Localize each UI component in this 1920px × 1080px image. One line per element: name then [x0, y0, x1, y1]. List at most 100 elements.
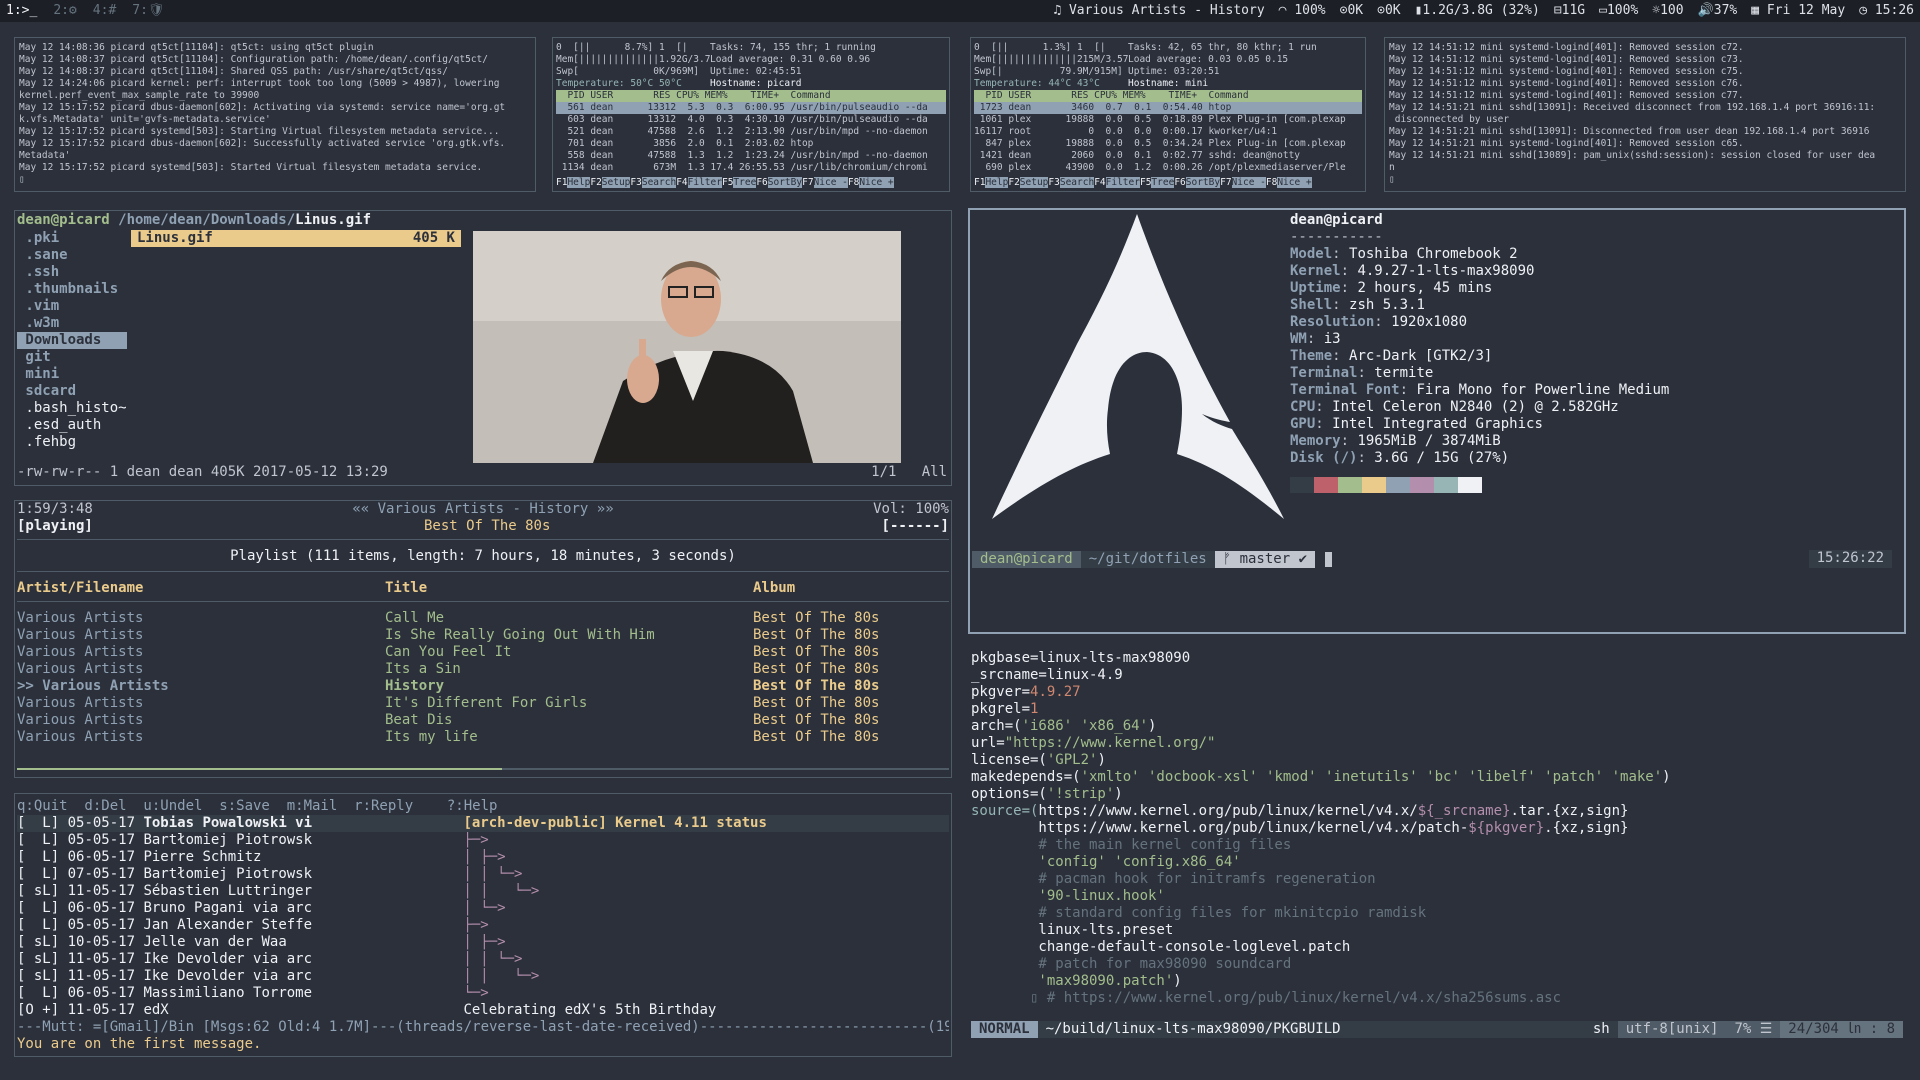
htop-summary: Tasks: 74, 155 thr; 1 running	[710, 42, 876, 53]
ranger-dir-item[interactable]: .sane	[17, 247, 127, 264]
mutt-message-row[interactable]: [ L] 05-05-17 Bartłomiej Piotrowsk ├─>	[17, 832, 949, 849]
mutt-message-row[interactable]: [ L] 07-05-17 Bartłomiej Piotrowsk │ │ └…	[17, 866, 949, 883]
vim-editor[interactable]: pkgbase=linux-lts-max98090 _srcname=linux…	[968, 645, 1906, 1045]
zsh-prompt[interactable]: dean@picard ~/git/dotfiles ᚠ master ✔	[972, 550, 1902, 568]
htop-process-row[interactable]: 1421 dean 2060 0.0 0.1 0:02.77 sshd: dea…	[974, 150, 1362, 162]
ranger-selected-file[interactable]: Linus.gif 405 K	[131, 230, 461, 247]
mutt-message-row[interactable]: [ sL] 11-05-17 Ike Devolder via arc │ │ …	[17, 968, 949, 985]
function-key-label[interactable]: Search	[641, 177, 677, 188]
function-key-label[interactable]: Tree	[733, 177, 757, 188]
function-key-label[interactable]: Help	[567, 177, 591, 188]
ranger-dir-item[interactable]: .bash_histo~	[17, 400, 127, 417]
htop-column-header[interactable]: PID USER RES CPU% MEM% TIME+ Command	[556, 90, 946, 102]
playlist-row[interactable]: Various Artists Its my life Best Of The 80…	[17, 729, 949, 746]
log-line: May 12 14:51:21 mini systemd-logind[401]…	[1389, 138, 1744, 149]
ranger-dir-item[interactable]: Downloads	[17, 332, 127, 349]
ranger-file-manager[interactable]: dean@picard /home/dean/Downloads/Linus.g…	[14, 210, 952, 486]
ranger-dir-item[interactable]: .w3m	[17, 315, 127, 332]
htop-picard[interactable]: 0 [|| 8.7%] 1 [| 8.5%] Tasks: 74, 155 thr…	[552, 37, 950, 192]
ranger-position: 1/1 All	[871, 464, 947, 480]
function-key-label[interactable]: Nice +	[859, 177, 894, 188]
function-key-label[interactable]: SortBy	[767, 177, 803, 188]
workspace-2[interactable]: 2:⚙	[53, 0, 76, 22]
ranger-dir-item[interactable]: .pki	[17, 230, 127, 247]
function-key-label[interactable]: Search	[1059, 177, 1095, 188]
ranger-dir-item[interactable]: .vim	[17, 298, 127, 315]
function-key-label[interactable]: Filter	[1105, 177, 1140, 188]
mutt-message-row[interactable]: [O +] 11-05-17 edX Celebrating edX's 5th…	[17, 1002, 949, 1019]
column-album[interactable]: Album	[753, 580, 943, 597]
function-key-label[interactable]: Setup	[601, 177, 631, 188]
htop-mini[interactable]: 0 [|| 1.3%] 1 [| 1.3%] Tasks: 42, 65 thr,…	[970, 37, 1366, 192]
vim-buffer[interactable]: pkgbase=linux-lts-max98090 _srcname=linux…	[971, 650, 1903, 1007]
workspace-1[interactable]: 1:>_	[6, 0, 37, 22]
playlist-row[interactable]: Various Artists Is She Really Going Out W…	[17, 627, 949, 644]
htop-process-row[interactable]: 690 plex 43900 0.0 1.2 0:00.26 /opt/plex…	[974, 162, 1362, 174]
journal-log-mini[interactable]: May 12 14:51:12 mini systemd-logind[401]…	[1384, 37, 1906, 192]
track-album: Best Of The 80s	[753, 661, 880, 677]
color-palette	[1290, 477, 1890, 493]
playlist-row[interactable]: Various Artists Beat Dis Best Of The 80s	[17, 712, 949, 729]
mutt-mail-client[interactable]: q:Quit d:Del u:Undel s:Save m:Mail r:Rep…	[14, 793, 952, 1057]
workspace-4[interactable]: 4:#	[93, 0, 116, 22]
thread-tree: │ │ └─>	[463, 951, 523, 967]
function-key-label[interactable]: Nice -	[1231, 177, 1266, 188]
workspace-7[interactable]: 7:🛡	[132, 0, 164, 22]
htop-process-row[interactable]: 558 dean 47588 1.3 1.2 1:23.24 /usr/bin/…	[556, 150, 946, 162]
htop-temp-row: Temperature: 44°C 43°C Hostname: mini	[974, 78, 1362, 90]
ranger-dir-item[interactable]: .ssh	[17, 264, 127, 281]
ncmpcpp-player[interactable]: 1:59/3:48 «« Various Artists - History »…	[14, 500, 952, 778]
mutt-message-row[interactable]: [ L] 05-05-17 Tobias Powalowski vi [arch…	[17, 815, 949, 832]
function-key-label[interactable]: Filter	[687, 177, 722, 188]
htop-process-row[interactable]: 701 dean 3856 2.0 0.1 2:03.02 htop	[556, 138, 946, 150]
vim-line: # pacman hook for initramfs regeneration	[971, 871, 1903, 888]
column-artist[interactable]: Artist/Filename	[17, 580, 385, 597]
htop-column-header[interactable]: PID USER RES CPU% MEM% TIME+ Command	[974, 90, 1362, 102]
htop-process-row[interactable]: 603 dean 13312 4.0 0.3 4:30.10 /usr/bin/…	[556, 114, 946, 126]
mutt-message-row[interactable]: [ sL] 11-05-17 Sébastien Luttringer │ │ …	[17, 883, 949, 900]
mutt-message-row[interactable]: [ sL] 11-05-17 Ike Devolder via arc │ │ …	[17, 951, 949, 968]
vim-token: linux-lts.preset	[971, 922, 1174, 938]
playlist-row[interactable]: Various Artists Its a Sin Best Of The 80s	[17, 661, 949, 678]
playlist-row[interactable]: Various Artists Can You Feel It Best Of Th…	[17, 644, 949, 661]
ranger-dir-item[interactable]: .thumbnails	[17, 281, 127, 298]
log-line: May 12 14:51:12 mini systemd-logind[401]…	[1389, 42, 1744, 53]
vim-line: https://www.kernel.org/pub/linux/kernel/…	[971, 820, 1903, 837]
message-date: 10-05-17	[59, 934, 144, 950]
htop-process-row[interactable]: 16117 root 0 0.0 0.0 0:00.17 kworker/u4:…	[974, 126, 1362, 138]
progress-bar[interactable]	[17, 768, 949, 770]
column-title[interactable]: Title	[385, 580, 753, 597]
function-key-label[interactable]: Nice +	[1277, 177, 1312, 188]
playlist-row[interactable]: Various Artists Call Me Best Of The 80s	[17, 610, 949, 627]
htop-process-row[interactable]: 1134 dean 673M 1.3 17.4 26:55.53 /usr/li…	[556, 162, 946, 174]
playlist-row[interactable]: Various Artists It's Different For Girls B…	[17, 695, 949, 712]
neofetch-terminal[interactable]: dean@picard ----------- Model: Toshiba C…	[968, 208, 1906, 634]
mutt-message-row[interactable]: [ L] 05-05-17 Jan Alexander Steffe ├─>	[17, 917, 949, 934]
ranger-dir-item[interactable]: git	[17, 349, 127, 366]
htop-process-row[interactable]: 561 dean 13312 5.3 0.3 6:00.95 /usr/bin/…	[556, 102, 946, 114]
journal-log-picard[interactable]: May 12 14:08:36 picard qt5ct[11104]: qt5…	[14, 37, 536, 192]
function-key-label[interactable]: Tree	[1151, 177, 1175, 188]
ranger-dir-item[interactable]: mini	[17, 366, 127, 383]
function-key-label[interactable]: SortBy	[1185, 177, 1221, 188]
htop-meter: 0 [|| 1.3%] 1 [| 1.3%]	[974, 42, 1106, 53]
htop-process-row[interactable]: 1723 dean 3460 0.7 0.1 0:54.40 htop	[974, 102, 1362, 114]
function-key-label[interactable]: Help	[985, 177, 1009, 188]
function-key-label[interactable]: Setup	[1019, 177, 1049, 188]
mutt-message-row[interactable]: [ L] 06-05-17 Bruno Pagani via arc │ └─>	[17, 900, 949, 917]
track-album: Best Of The 80s	[753, 729, 880, 745]
mutt-message-row[interactable]: [ sL] 10-05-17 Jelle van der Waa │ ├─>	[17, 934, 949, 951]
ranger-dir-item[interactable]: sdcard	[17, 383, 127, 400]
ranger-dir-item[interactable]: .fehbg	[17, 434, 127, 451]
mutt-message-row[interactable]: [ L] 06-05-17 Massimiliano Torrome └─>	[17, 985, 949, 1002]
htop-process-row[interactable]: 1061 plex 19888 0.0 0.5 0:18.89 Plex Plu…	[974, 114, 1362, 126]
htop-process-row[interactable]: 847 plex 19888 0.0 0.5 0:34.24 Plex Plug…	[974, 138, 1362, 150]
htop-process-row[interactable]: 521 dean 47588 2.6 1.2 2:13.90 /usr/bin/…	[556, 126, 946, 138]
mutt-message-row[interactable]: [ L] 06-05-17 Pierre Schmitz │ ├─>	[17, 849, 949, 866]
track-artist: Various Artists	[17, 712, 144, 728]
function-key-label[interactable]: Nice -	[813, 177, 848, 188]
ranger-dir-item[interactable]: .esd_auth	[17, 417, 127, 434]
playlist-row[interactable]: >> Various Artists History Best Of The 80s	[17, 678, 949, 695]
volume-level: Vol: 100%	[873, 501, 949, 517]
message-flags: [ L]	[17, 985, 60, 1001]
